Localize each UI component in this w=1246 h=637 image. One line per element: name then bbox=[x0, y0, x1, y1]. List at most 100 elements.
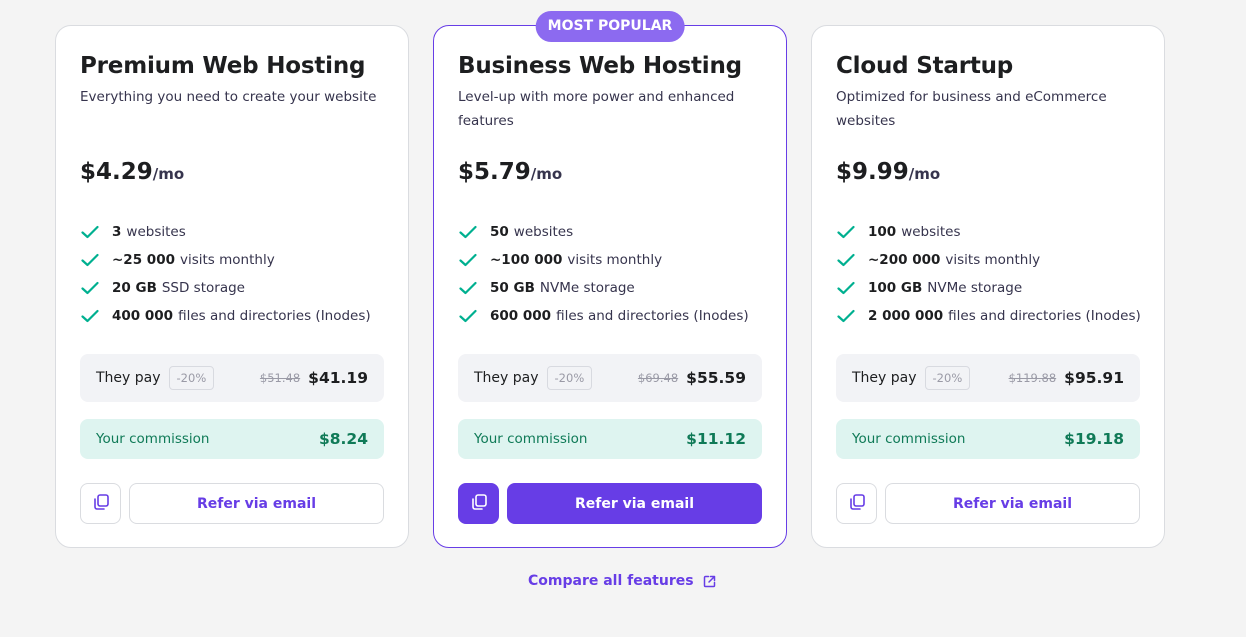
feature-value: 50 bbox=[490, 224, 509, 240]
new-price: $95.91 bbox=[1064, 369, 1124, 387]
commission-label: Your commission bbox=[852, 431, 966, 447]
feature-item: 50 websites bbox=[458, 218, 749, 246]
plan-title: Business Web Hosting bbox=[458, 53, 742, 79]
commission-value: $11.12 bbox=[686, 430, 746, 448]
price-period: /mo bbox=[530, 165, 563, 183]
feature-value: 2 000 000 bbox=[868, 308, 944, 324]
check-icon bbox=[80, 250, 100, 270]
feature-item: 50 GB NVMe storage bbox=[458, 274, 749, 302]
price-period: /mo bbox=[152, 165, 185, 183]
feature-text: websites bbox=[901, 224, 961, 240]
new-price: $55.59 bbox=[686, 369, 746, 387]
feature-text: files and directories (Inodes) bbox=[556, 308, 749, 324]
copy-icon bbox=[470, 493, 488, 515]
copy-link-button[interactable] bbox=[458, 483, 499, 524]
feature-value: ~100 000 bbox=[490, 252, 563, 268]
old-price: $119.88 bbox=[1008, 371, 1057, 385]
feature-list: 100 websites ~200 000 visits monthly 100 G… bbox=[836, 218, 1141, 330]
they-pay-label: They pay bbox=[96, 370, 161, 386]
feature-value: 20 GB bbox=[112, 280, 157, 296]
feature-list: 50 websites ~100 000 visits monthly 50 GB N… bbox=[458, 218, 749, 330]
plan-subtitle: Level-up with more power and enhanced fe… bbox=[458, 89, 735, 129]
refer-via-email-button[interactable]: Refer via email bbox=[885, 483, 1140, 524]
feature-text: NVMe storage bbox=[927, 280, 1023, 296]
they-pay-row: They pay -20% $69.48 $55.59 bbox=[458, 354, 762, 402]
copy-icon bbox=[92, 493, 110, 515]
price-amount: $9.99 bbox=[836, 159, 909, 185]
feature-text: files and directories (Inodes) bbox=[178, 308, 371, 324]
copy-link-button[interactable] bbox=[80, 483, 121, 524]
feature-item: 20 GB SSD storage bbox=[80, 274, 371, 302]
plan-title: Cloud Startup bbox=[836, 53, 1014, 79]
plan-subtitle: Optimized for business and eCommerce web… bbox=[836, 89, 1107, 129]
refer-via-email-button[interactable]: Refer via email bbox=[507, 483, 762, 524]
check-icon bbox=[80, 278, 100, 298]
discount-badge: -20% bbox=[546, 366, 593, 390]
they-pay-label: They pay bbox=[474, 370, 539, 386]
copy-icon bbox=[848, 493, 866, 515]
feature-item: 100 GB NVMe storage bbox=[836, 274, 1141, 302]
price-amount: $5.79 bbox=[458, 159, 531, 185]
check-icon bbox=[80, 222, 100, 242]
commission-label: Your commission bbox=[96, 431, 210, 447]
feature-text: SSD storage bbox=[161, 280, 245, 296]
price-period: /mo bbox=[908, 165, 941, 183]
old-price: $51.48 bbox=[259, 371, 301, 385]
feature-item: ~100 000 visits monthly bbox=[458, 246, 749, 274]
compare-link-label: Compare all features bbox=[528, 573, 694, 589]
new-price: $41.19 bbox=[308, 369, 368, 387]
plan-card-premium: Premium Web Hosting Everything you need … bbox=[55, 25, 409, 548]
discount-badge: -20% bbox=[168, 366, 215, 390]
feature-list: 3 websites ~25 000 visits monthly 20 GB SSD… bbox=[80, 218, 371, 330]
discount-badge: -20% bbox=[924, 366, 971, 390]
compare-all-features-link[interactable]: Compare all features bbox=[528, 573, 716, 589]
check-icon bbox=[458, 306, 478, 326]
feature-text: NVMe storage bbox=[539, 280, 635, 296]
feature-text: websites bbox=[513, 224, 574, 240]
feature-text: files and directories (Inodes) bbox=[948, 308, 1141, 324]
refer-via-email-button[interactable]: Refer via email bbox=[129, 483, 384, 524]
copy-link-button[interactable] bbox=[836, 483, 877, 524]
feature-item: ~200 000 visits monthly bbox=[836, 246, 1141, 274]
plan-subtitle: Everything you need to create your websi… bbox=[80, 89, 377, 105]
check-icon bbox=[458, 250, 478, 270]
commission-row: Your commission $19.18 bbox=[836, 419, 1140, 459]
feature-item: 400 000 files and directories (Inodes) bbox=[80, 302, 371, 330]
check-icon bbox=[458, 278, 478, 298]
feature-value: 100 bbox=[868, 224, 897, 240]
commission-row: Your commission $8.24 bbox=[80, 419, 384, 459]
most-popular-badge: MOST POPULAR bbox=[535, 11, 685, 42]
feature-item: 100 websites bbox=[836, 218, 1141, 246]
feature-value: ~25 000 bbox=[112, 252, 175, 268]
check-icon bbox=[836, 306, 856, 326]
feature-item: 600 000 files and directories (Inodes) bbox=[458, 302, 749, 330]
external-link-icon bbox=[703, 575, 716, 588]
commission-value: $19.18 bbox=[1064, 430, 1124, 448]
feature-value: 100 GB bbox=[868, 280, 923, 296]
plan-title: Premium Web Hosting bbox=[80, 53, 366, 79]
check-icon bbox=[836, 278, 856, 298]
feature-value: 600 000 bbox=[490, 308, 552, 324]
feature-value: 50 GB bbox=[490, 280, 535, 296]
they-pay-row: They pay -20% $51.48 $41.19 bbox=[80, 354, 384, 402]
feature-text: visits monthly bbox=[567, 252, 663, 268]
feature-text: visits monthly bbox=[179, 252, 275, 268]
commission-row: Your commission $11.12 bbox=[458, 419, 762, 459]
commission-value: $8.24 bbox=[318, 430, 368, 448]
price-amount: $4.29 bbox=[80, 159, 153, 185]
plan-card-cloud-startup: Cloud Startup Optimized for business and… bbox=[811, 25, 1165, 548]
plan-price: $5.79/mo bbox=[458, 159, 562, 185]
they-pay-row: They pay -20% $119.88 $95.91 bbox=[836, 354, 1140, 402]
feature-text: visits monthly bbox=[945, 252, 1041, 268]
feature-value: 3 bbox=[112, 224, 122, 240]
feature-value: 400 000 bbox=[112, 308, 174, 324]
plan-cards: Premium Web Hosting Everything you need … bbox=[55, 11, 1165, 548]
check-icon bbox=[80, 306, 100, 326]
plan-price: $4.29/mo bbox=[80, 159, 184, 185]
feature-item: 3 websites bbox=[80, 218, 371, 246]
they-pay-label: They pay bbox=[852, 370, 917, 386]
feature-item: 2 000 000 files and directories (Inodes) bbox=[836, 302, 1141, 330]
feature-text: websites bbox=[126, 224, 186, 240]
commission-label: Your commission bbox=[474, 431, 588, 447]
old-price: $69.48 bbox=[637, 371, 679, 385]
